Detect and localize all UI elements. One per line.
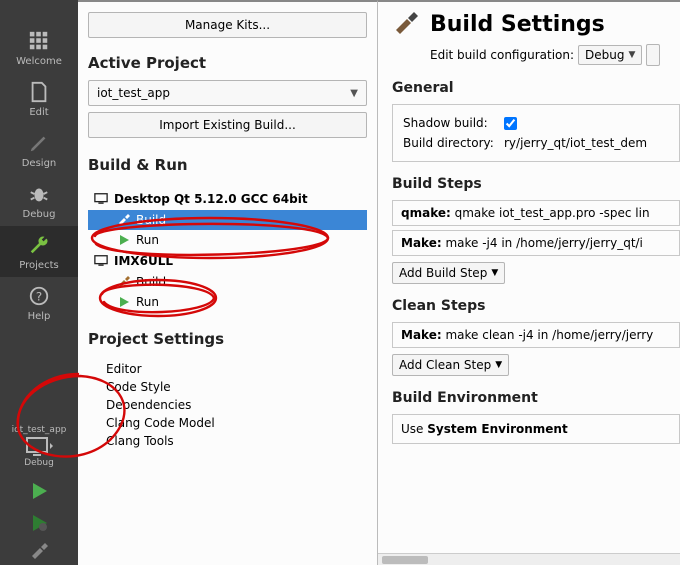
nav-design[interactable]: Design [0, 124, 78, 175]
nav-help[interactable]: ? Help [0, 277, 78, 328]
kit-imx6ull-build-label: Build [136, 275, 166, 289]
env-use-label: Use [401, 422, 427, 436]
build-config-combo[interactable]: Debug ▼ [578, 45, 642, 65]
nav-edit-label: Edit [29, 107, 48, 118]
clean-make-label: Make: [401, 328, 442, 342]
kit-desktop-build-label: Build [136, 213, 166, 227]
nav-welcome[interactable]: Welcome [0, 22, 78, 73]
qmake-value: qmake iot_test_app.pro -spec lin [455, 206, 650, 220]
env-value: System Environment [427, 422, 567, 436]
shadow-build-label: Shadow build: [403, 116, 498, 130]
document-icon [28, 81, 50, 103]
shadow-build-checkbox[interactable] [504, 117, 517, 130]
kit-selector[interactable]: iot_test_app Debug [0, 419, 78, 475]
svg-text:?: ? [36, 290, 42, 304]
hammer-icon [29, 542, 49, 562]
settings-clang-tools[interactable]: Clang Tools [106, 432, 367, 450]
clean-steps-title: Clean Steps [392, 298, 680, 314]
config-extra-button[interactable] [646, 44, 660, 66]
build-env-title: Build Environment [392, 390, 680, 406]
project-settings-title: Project Settings [88, 330, 367, 348]
chevron-down-icon: ▼ [629, 50, 636, 60]
hammer-icon [392, 10, 420, 38]
add-build-step-label: Add Build Step [399, 266, 487, 280]
scrollbar-thumb[interactable] [382, 556, 428, 564]
build-run-title: Build & Run [88, 156, 367, 174]
page-title: Build Settings [430, 12, 605, 37]
settings-dependencies[interactable]: Dependencies [106, 396, 367, 414]
kit-desktop-build[interactable]: Build [88, 210, 367, 230]
active-project-combo[interactable]: iot_test_app ▼ [88, 80, 367, 106]
import-build-button[interactable]: Import Existing Build... [88, 112, 367, 138]
play-icon [118, 234, 130, 246]
build-config-value: Debug [585, 48, 624, 62]
nav-edit[interactable]: Edit [0, 73, 78, 124]
chevron-down-icon: ▼ [495, 360, 502, 370]
build-env-box[interactable]: Use System Environment [392, 414, 680, 444]
manage-kits-button[interactable]: Manage Kits... [88, 12, 367, 38]
kit-desktop-run-label: Run [136, 233, 159, 247]
make-step[interactable]: Make: make -j4 in /home/jerry/jerry_qt/i [392, 230, 680, 256]
grid-icon [28, 30, 50, 52]
kit-mode-label: Debug [22, 458, 56, 469]
add-clean-step-label: Add Clean Step [399, 358, 491, 372]
run-debug-button[interactable] [0, 507, 78, 539]
nav-help-label: Help [28, 311, 51, 322]
play-icon [118, 296, 130, 308]
nav-projects[interactable]: Projects [0, 226, 78, 277]
settings-editor[interactable]: Editor [106, 360, 367, 378]
settings-code-style[interactable]: Code Style [106, 378, 367, 396]
kit-desktop[interactable]: Desktop Qt 5.12.0 GCC 64bit [88, 188, 367, 210]
chevron-down-icon: ▼ [350, 88, 358, 99]
general-title: General [392, 80, 680, 96]
nav-design-label: Design [22, 158, 57, 169]
general-panel: Shadow build: Build directory: ry/jerry_… [392, 104, 680, 162]
make-label: Make: [401, 236, 442, 250]
make-value: make -j4 in /home/jerry/jerry_qt/i [445, 236, 642, 250]
clean-make-value: make clean -j4 in /home/jerry/jerry [445, 328, 653, 342]
build-dir-value: ry/jerry_qt/iot_test_dem [504, 136, 647, 150]
help-icon: ? [28, 285, 50, 307]
add-clean-step-button[interactable]: Add Clean Step ▼ [392, 354, 509, 376]
kit-imx6ull[interactable]: IMX6ULL [88, 250, 367, 272]
kit-project-label: iot_test_app [10, 425, 69, 436]
build-button[interactable] [0, 539, 78, 565]
pencil-icon [28, 132, 50, 154]
hammer-icon [118, 214, 130, 226]
settings-clang-model[interactable]: Clang Code Model [106, 414, 367, 432]
monitor-icon [94, 254, 108, 268]
nav-debug[interactable]: Debug [0, 175, 78, 226]
kit-imx6ull-label: IMX6ULL [114, 254, 173, 268]
monitor-icon [94, 192, 108, 206]
wrench-icon [28, 234, 50, 256]
kit-desktop-label: Desktop Qt 5.12.0 GCC 64bit [114, 192, 308, 206]
kit-imx6ull-build[interactable]: Build [88, 272, 367, 292]
active-project-value: iot_test_app [97, 86, 170, 100]
kit-imx6ull-run[interactable]: Run [88, 292, 367, 312]
kit-desktop-run[interactable]: Run [88, 230, 367, 250]
active-project-title: Active Project [88, 54, 367, 72]
monitor-icon [25, 436, 53, 458]
add-build-step-button[interactable]: Add Build Step ▼ [392, 262, 505, 284]
build-dir-label: Build directory: [403, 136, 498, 150]
play-debug-icon [29, 513, 49, 533]
bug-icon [28, 183, 50, 205]
horizontal-scrollbar[interactable] [378, 553, 680, 565]
project-settings-list: Editor Code Style Dependencies Clang Cod… [106, 360, 367, 450]
chevron-down-icon: ▼ [491, 268, 498, 278]
qmake-step[interactable]: qmake: qmake iot_test_app.pro -spec lin [392, 200, 680, 226]
nav-debug-label: Debug [23, 209, 56, 220]
run-button[interactable] [0, 475, 78, 507]
nav-projects-label: Projects [19, 260, 58, 271]
kit-imx6ull-run-label: Run [136, 295, 159, 309]
nav-welcome-label: Welcome [16, 56, 62, 67]
build-steps-title: Build Steps [392, 176, 680, 192]
clean-make-step[interactable]: Make: make clean -j4 in /home/jerry/jerr… [392, 322, 680, 348]
qmake-label: qmake: [401, 206, 451, 220]
play-icon [29, 481, 49, 501]
hammer-icon [118, 276, 130, 288]
edit-config-label: Edit build configuration: [430, 48, 574, 62]
